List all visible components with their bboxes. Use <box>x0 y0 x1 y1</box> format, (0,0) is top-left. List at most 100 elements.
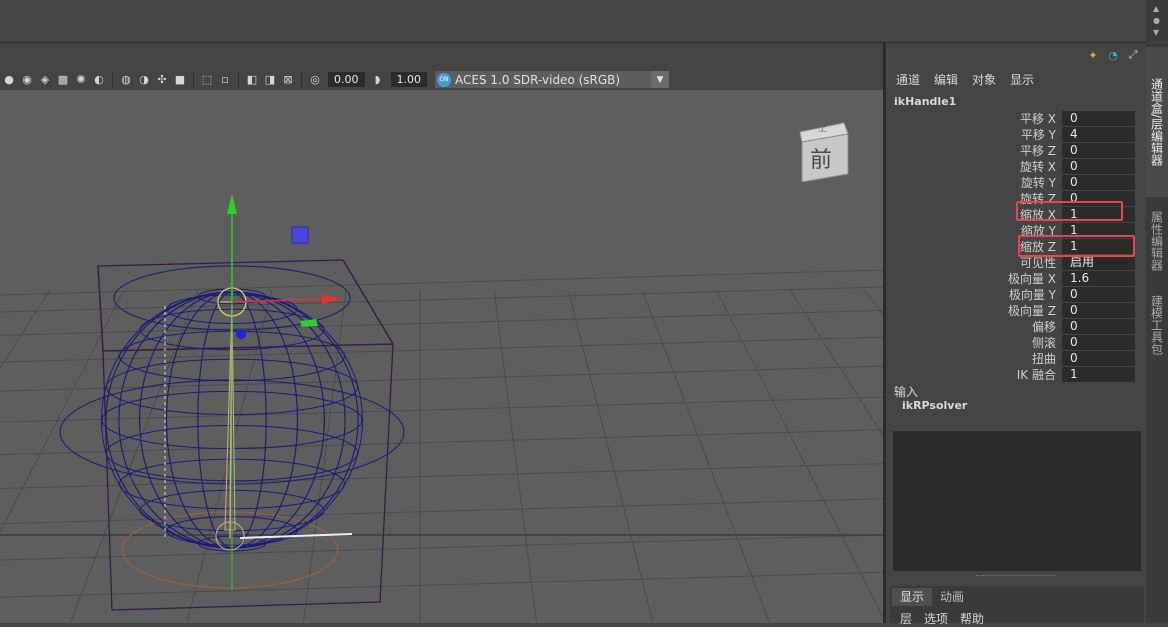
attribute-value-field[interactable]: 0 <box>1062 335 1135 350</box>
attribute-label[interactable]: 偏移 <box>886 318 1062 335</box>
textured-icon[interactable]: ◉ <box>20 73 34 87</box>
channel-box-menu: 通道 编辑 对象 显示 <box>896 71 1034 88</box>
attribute-label[interactable]: 极向量 Y <box>886 286 1062 303</box>
attribute-row[interactable]: 偏移 0 <box>886 319 1140 334</box>
attribute-row[interactable]: 极向量 Y0 <box>886 287 1140 302</box>
tab-display[interactable]: 显示 <box>892 588 933 606</box>
tab-attribute-editor[interactable]: 属性编辑器 <box>1146 201 1168 281</box>
attribute-row[interactable]: 极向量 Z0 <box>886 303 1140 318</box>
attribute-value-field[interactable]: 1 <box>1062 367 1135 382</box>
panel-icons: ✦ ◔ ⤢ <box>1086 48 1140 62</box>
attribute-label[interactable]: 旋转 Y <box>886 174 1062 191</box>
chevron-down-icon[interactable]: ▼ <box>651 71 669 88</box>
attribute-row[interactable]: 极向量 X 1.6 <box>886 271 1140 286</box>
tab-channel-box-layer-editor[interactable]: 通道盒/层编辑器 <box>1146 47 1168 197</box>
attribute-label[interactable]: 侧滚 <box>886 334 1062 351</box>
attribute-row[interactable]: 扭曲 0 <box>886 351 1140 366</box>
lighting-icon[interactable]: ✺ <box>74 73 88 87</box>
attribute-row[interactable]: 平移 Z0 <box>886 143 1140 158</box>
layer-editor-tabs: 显示 动画 <box>892 588 973 606</box>
pole-vector-handle[interactable] <box>291 226 309 244</box>
menu-channels[interactable]: 通道 <box>896 71 920 88</box>
toolbar-separator <box>112 71 113 88</box>
attribute-value-field[interactable]: 0 <box>1062 175 1135 190</box>
selected-node-name[interactable]: ikHandle1 <box>894 95 956 108</box>
3d-viewport[interactable]: 上 前 <box>0 90 883 623</box>
attribute-value-field[interactable]: 0 <box>1062 287 1135 302</box>
manipulator-icon[interactable]: ✦ <box>1086 48 1100 62</box>
attribute-value-field[interactable]: 0 <box>1062 351 1135 366</box>
attribute-row[interactable]: 旋转 X0 <box>886 159 1140 174</box>
side-tab-bar: 通道盒/层编辑器 属性编辑器 建模工具包 <box>1146 43 1168 623</box>
shaded-icon[interactable]: ● <box>2 73 16 87</box>
gamma-field[interactable]: 1.00 <box>390 72 427 87</box>
tab-modeling-toolkit[interactable]: 建模工具包 <box>1146 285 1168 365</box>
gamma-icon[interactable]: ◗ <box>371 73 385 87</box>
scroll-down-icon[interactable]: ▼ <box>1153 28 1159 37</box>
attribute-label[interactable]: 极向量 X <box>886 270 1062 287</box>
viewport-panel-menu-strip <box>0 43 883 69</box>
attribute-value-field[interactable]: 0 <box>1062 143 1135 158</box>
gate-mask-icon[interactable]: ◧ <box>245 73 259 87</box>
shadows-icon[interactable]: ◐ <box>92 73 106 87</box>
attribute-row[interactable]: 可见性 启用 <box>886 255 1140 270</box>
menu-options[interactable]: 选项 <box>924 610 948 627</box>
inputs-section-label[interactable]: 输入 <box>894 383 918 400</box>
scroll-up-icon[interactable]: ▲ <box>1153 4 1159 13</box>
antialias-icon[interactable]: ✣ <box>155 73 169 87</box>
field-chart-icon[interactable]: ⊠ <box>281 73 295 87</box>
attribute-label[interactable]: 旋转 X <box>886 158 1062 175</box>
attribute-value-field[interactable]: 1.6 <box>1062 271 1135 286</box>
isolate-select-icon[interactable]: ■ <box>173 73 187 87</box>
attribute-label[interactable]: 扭曲 <box>886 350 1062 367</box>
film-gate-icon[interactable]: ◨ <box>263 73 277 87</box>
layer-editor-menu: 层 选项 帮助 <box>900 610 984 627</box>
attribute-value-field[interactable]: 启用 <box>1062 255 1135 270</box>
color-management-toggle-icon[interactable]: ON <box>437 72 451 87</box>
move-z-axis-handle[interactable] <box>236 329 246 339</box>
attribute-value-field[interactable]: 0 <box>1062 159 1135 174</box>
menu-layers[interactable]: 层 <box>900 610 912 627</box>
viewport-scene[interactable] <box>0 90 883 623</box>
exposure-field[interactable]: 0.00 <box>328 72 365 87</box>
menu-help[interactable]: 帮助 <box>960 610 984 627</box>
attribute-value-field[interactable]: 0 <box>1062 319 1135 334</box>
attribute-label[interactable]: 平移 Y <box>886 126 1062 143</box>
layer-editor-list[interactable] <box>893 431 1141 571</box>
ambient-occlusion-icon[interactable]: ◍ <box>119 73 133 87</box>
wireframe-on-shaded-icon[interactable]: ◈ <box>38 73 52 87</box>
motion-blur-icon[interactable]: ◑ <box>137 73 151 87</box>
shelf-scrollbar[interactable]: ▲ ● ▼ <box>1146 0 1168 42</box>
resolution-gate-icon[interactable]: ▫ <box>218 73 232 87</box>
exposure-icon[interactable]: ◎ <box>308 73 322 87</box>
attribute-value-field[interactable]: 0 <box>1062 111 1135 126</box>
speed-icon[interactable]: ◔ <box>1106 48 1120 62</box>
select-camera-icon[interactable]: ⬚ <box>200 73 214 87</box>
view-cube[interactable]: 上 前 <box>798 120 850 182</box>
attribute-row[interactable]: 侧滚 0 <box>886 335 1140 350</box>
scroll-grip-icon[interactable]: ● <box>1153 16 1160 25</box>
tab-anim[interactable]: 动画 <box>932 588 973 606</box>
attribute-label[interactable]: 平移 Z <box>886 142 1062 159</box>
attribute-value-field[interactable]: 4 <box>1062 127 1135 142</box>
color-space-dropdown[interactable]: ON ACES 1.0 SDR-video (sRGB) ▼ <box>435 71 669 88</box>
color-space-label: ACES 1.0 SDR-video (sRGB) <box>455 72 621 87</box>
attribute-row[interactable]: IK 融合 1 <box>886 367 1140 382</box>
attribute-row[interactable]: 旋转 Y0 <box>886 175 1140 190</box>
xray-icon[interactable]: ▩ <box>56 73 70 87</box>
attribute-label[interactable]: IK 融合 <box>886 366 1062 383</box>
menu-edit[interactable]: 编辑 <box>934 71 958 88</box>
menu-object[interactable]: 对象 <box>972 71 996 88</box>
attribute-row[interactable]: 平移 X0 <box>886 111 1140 126</box>
toolbar-separator <box>193 71 194 88</box>
layer-editor: 显示 动画 层 选项 帮助 <box>890 586 1144 626</box>
resize-grip[interactable] <box>976 575 1056 578</box>
attribute-row[interactable]: 平移 Y4 <box>886 127 1140 142</box>
menu-show[interactable]: 显示 <box>1010 71 1034 88</box>
attribute-label[interactable]: 极向量 Z <box>886 302 1062 319</box>
input-node-name[interactable]: ikRPsolver <box>902 399 967 412</box>
attribute-value-field[interactable]: 0 <box>1062 303 1135 318</box>
expand-icon[interactable]: ⤢ <box>1126 48 1140 62</box>
attribute-label[interactable]: 平移 X <box>886 110 1062 127</box>
y-axis-arrow-icon[interactable] <box>227 194 237 214</box>
